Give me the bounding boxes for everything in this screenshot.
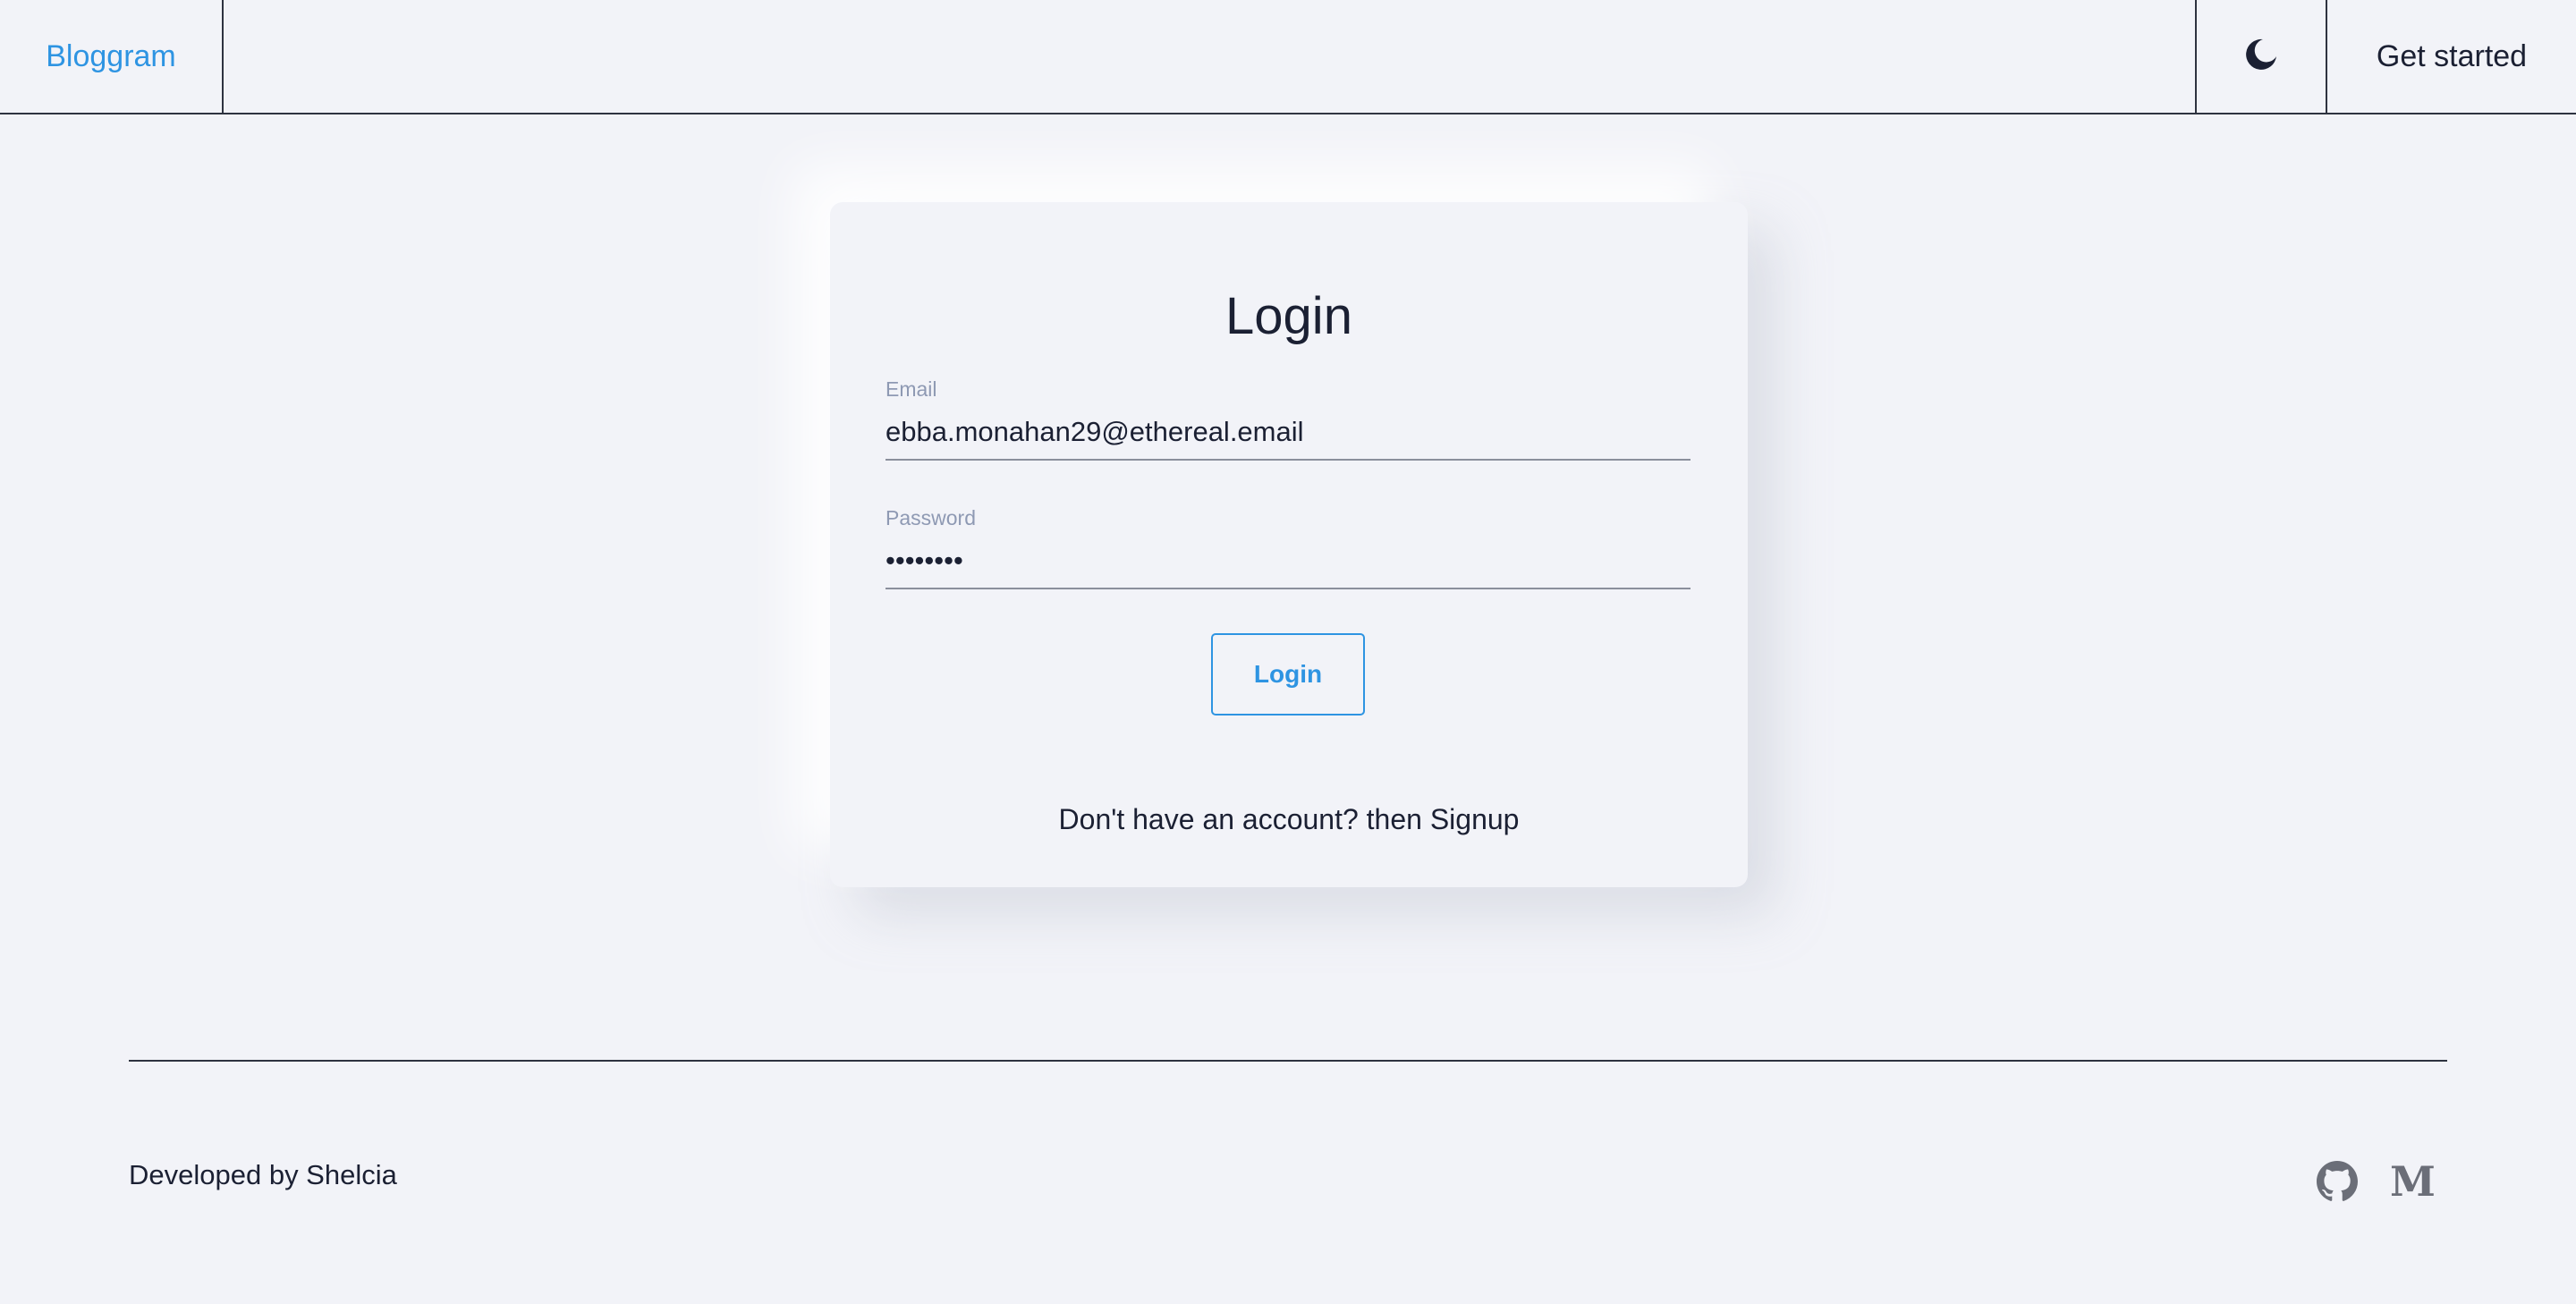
email-label: Email [886,377,937,401]
login-card: Login Email Password Login Don't have an… [830,202,1748,887]
brand-logo-link[interactable]: Bloggram [0,0,224,113]
theme-toggle-button[interactable] [2195,0,2326,113]
signup-link[interactable]: Signup [1430,803,1520,835]
navbar-spacer [224,0,2195,113]
footer-credit: Developed by Shelcia [129,1159,397,1190]
github-icon[interactable] [2317,1161,2358,1202]
footer-divider [129,1060,2447,1062]
get-started-button[interactable]: Get started [2326,0,2576,113]
password-field-group: Password [886,506,1690,589]
navbar: Bloggram Get started [0,0,2576,114]
medium-icon[interactable]: M [2390,1161,2436,1202]
signup-prompt: Don't have an account? then Signup [830,803,1748,836]
email-field-group: Email [886,377,1690,461]
signup-prompt-text: Don't have an account? then [1058,803,1430,835]
login-title: Login [1225,287,1352,345]
login-button[interactable]: Login [1211,633,1365,716]
password-label: Password [886,506,976,529]
moon-icon [2243,37,2279,77]
medium-glyph: M [2390,1157,2436,1206]
email-field[interactable] [886,411,1690,461]
footer-social-links: M [2317,1161,2436,1202]
password-field[interactable] [886,539,1690,589]
